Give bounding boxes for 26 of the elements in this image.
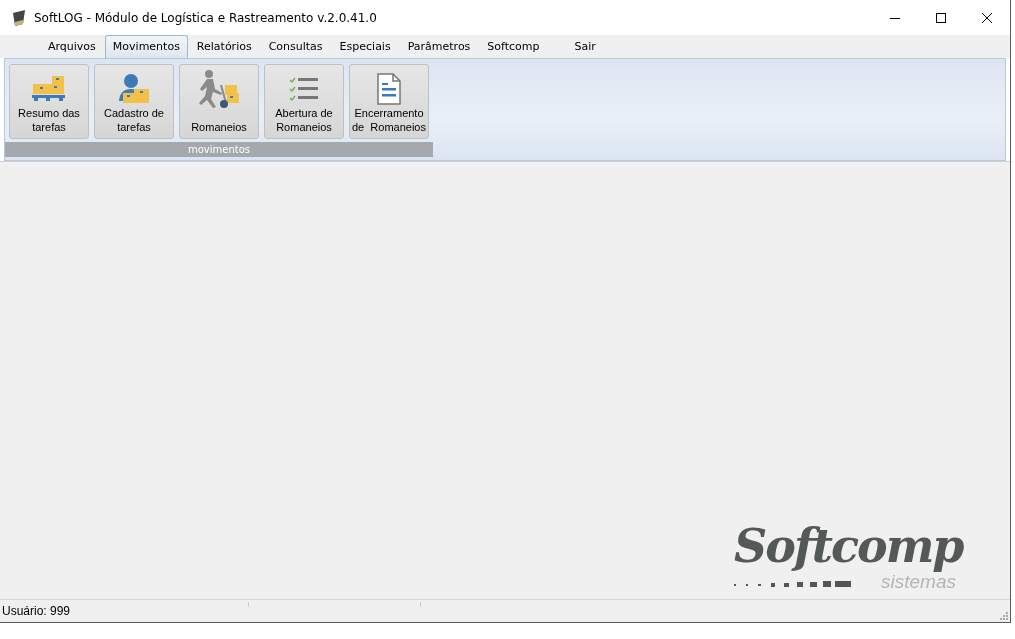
ribbon-button[interactable]: Cadastro de tarefas <box>94 64 174 139</box>
ribbon-button[interactable]: Encerramento de Romaneios <box>349 64 429 139</box>
ribbon-button[interactable]: Resumo das tarefas <box>9 64 89 139</box>
person-boxes-icon <box>117 72 151 105</box>
status-user: Usuário: 999 <box>2 604 71 618</box>
menu-tab[interactable]: Movimentos <box>104 35 188 58</box>
ribbon-button[interactable]: Abertura de Romaneios <box>264 64 344 139</box>
menu-tab[interactable]: Arquivos <box>40 35 104 58</box>
group-label: movimentos <box>187 143 250 157</box>
close-icon[interactable] <box>982 12 992 23</box>
document-icon <box>377 72 401 105</box>
maximize-icon[interactable] <box>936 12 946 23</box>
menu-tab[interactable]: Especiais <box>331 35 399 58</box>
menu-tab[interactable]: Softcomp <box>479 35 548 58</box>
checklist-icon <box>289 75 319 102</box>
menu-tab[interactable]: Parâmetros <box>399 35 479 58</box>
person-cart-icon <box>197 69 241 109</box>
window-title: SoftLOG - Módulo de Logística e Rastreamento v.2.0.41.0 <box>34 10 377 25</box>
ribbon-button[interactable]: Romaneios <box>179 64 259 139</box>
menu-tab[interactable]: Consultas <box>260 35 331 58</box>
menu-tab[interactable]: Relatórios <box>188 35 260 58</box>
app-icon <box>12 9 26 26</box>
logo: Softcomp sistemas <box>734 525 964 589</box>
pallet-boxes-icon <box>32 75 66 102</box>
menu-tab[interactable]: Sair <box>566 35 604 58</box>
resize-grip-icon[interactable] <box>1000 612 1008 620</box>
